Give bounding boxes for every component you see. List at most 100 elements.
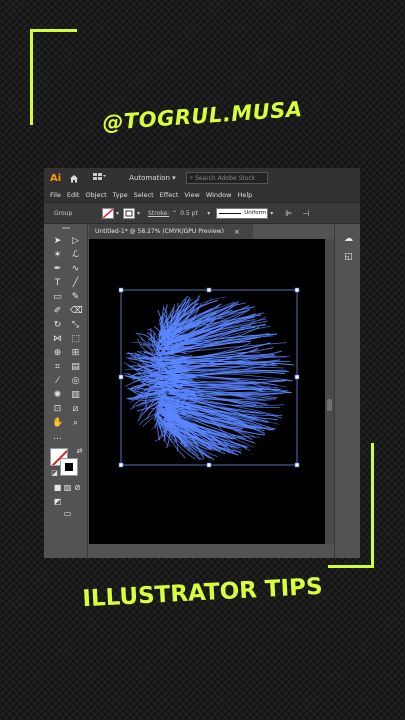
hair-strokes-group [123,294,294,461]
hair-core-stroke [167,346,186,348]
hairy-sphere-artwork[interactable] [89,239,325,544]
frame-line-bottom-right-vertical [371,443,374,568]
rotate-tool-icon[interactable]: ↻ [52,320,63,331]
swap-colors-icon[interactable]: ⇄ [74,446,85,457]
video-caption: ILLUSTRATOR TIPS [81,573,324,613]
scrollbar-thumb[interactable] [327,399,332,411]
type-tool-icon[interactable]: T [52,278,63,289]
default-colors-icon[interactable]: ◪ [49,468,60,479]
menu-view[interactable]: View [184,191,199,199]
menu-file[interactable]: File [50,191,61,199]
stroke-profile-line-icon [219,212,242,214]
blend-tool-icon[interactable]: ◎ [70,376,81,387]
workspace-label: Automation [129,174,170,182]
vertical-scrollbar[interactable] [325,239,334,544]
gradient-tool-icon[interactable]: ▤ [70,362,81,373]
workspace-icon[interactable] [93,173,107,183]
stroke-profile-label: Uniform [244,210,267,216]
profile-dropdown-icon[interactable]: ▾ [270,210,273,217]
document-tab-title: Untitled-1* @ 58.27% (CMYK/GPU Preview) [95,228,224,235]
libraries-panel-icon[interactable]: ☁ [343,234,354,245]
direct-selection-tool-icon[interactable]: ▷ [70,236,81,247]
transform-icon[interactable]: ⊣ [302,209,309,218]
bounding-handle-bottom-center[interactable] [206,462,212,468]
width-tool-icon[interactable]: ⋈ [52,334,63,345]
draw-mode-icon[interactable]: ◩ [52,496,63,507]
menu-type[interactable]: Type [113,191,128,199]
lasso-tool-icon[interactable]: ℒ [70,250,81,261]
slice-tool-icon[interactable]: ⧄ [70,404,81,415]
stroke-stepper-icon[interactable]: ⌃ [172,210,177,217]
right-panel-dock: ☁ ◱ [334,224,360,558]
align-icon[interactable]: ⊫ [285,209,292,218]
rectangle-tool-icon[interactable]: ▭ [52,292,63,303]
stroke-color-icon[interactable] [60,458,78,476]
selection-tool-icon[interactable]: ➤ [52,236,63,247]
menu-window[interactable]: Window [206,191,232,199]
document-area: Untitled-1* @ 58.27% (CMYK/GPU Preview) … [89,224,334,558]
menu-object[interactable]: Object [85,191,106,199]
curvature-tool-icon[interactable]: ∿ [70,264,81,275]
properties-panel-icon[interactable]: ◱ [343,252,354,263]
shaper-tool-icon[interactable]: ✐ [52,306,63,317]
edit-toolbar-icon[interactable]: … [52,432,63,443]
bounding-handle-middle-left[interactable] [118,374,124,380]
fill-swatch-icon[interactable] [102,207,114,219]
menu-edit[interactable]: Edit [67,191,80,199]
magic-wand-tool-icon[interactable]: ✶ [52,250,63,261]
bounding-handle-top-right[interactable] [294,287,300,293]
home-icon[interactable] [69,173,79,183]
bounding-handle-bottom-left[interactable] [118,462,124,468]
mesh-tool-icon[interactable]: ⌗ [52,362,63,373]
application-bar: Ai Automation ▾ ⌕ Search Adobe Stock [44,168,360,188]
bounding-handle-middle-right[interactable] [294,374,300,380]
fill-dropdown-icon[interactable]: ▾ [116,210,119,217]
bounding-handle-top-center[interactable] [206,287,212,293]
eyedropper-tool-icon[interactable]: ⁄ [52,376,63,387]
app-logo: Ai [50,172,62,184]
shape-builder-tool-icon[interactable]: ⊕ [52,348,63,359]
stroke-weight-field[interactable]: 0.5 pt [180,210,206,217]
frame-line-top-left-horizontal [30,29,77,32]
stroke-color-inner [65,463,73,471]
stroke-weight-dropdown-icon[interactable]: ▾ [207,210,210,217]
panel-collapse-icon[interactable] [62,227,70,229]
bounding-handle-top-left[interactable] [118,287,124,293]
selection-type-label: Group [54,209,73,217]
artboard[interactable] [89,239,325,544]
stroke-profile-select[interactable]: Uniform [216,207,269,219]
stroke-dropdown-icon[interactable]: ▾ [137,210,140,217]
workspace-switcher[interactable]: Automation ▾ [129,174,176,182]
paintbrush-tool-icon[interactable]: ✎ [70,292,81,303]
scale-tool-icon[interactable]: ⤡ [70,320,81,331]
perspective-grid-tool-icon[interactable]: ⊞ [70,348,81,359]
bounding-handle-bottom-right[interactable] [294,462,300,468]
free-transform-tool-icon[interactable]: ⬚ [70,334,81,345]
menu-select[interactable]: Select [134,191,154,199]
stroke-swatch-icon[interactable] [123,207,136,219]
hair-core-stroke [182,355,193,357]
creator-handle: @TOGRUL.MUSA [101,97,304,135]
search-icon: ⌕ [189,174,194,181]
menu-effect[interactable]: Effect [160,191,179,199]
illustrator-window: Ai Automation ▾ ⌕ Search Adobe Stock Fil… [44,168,360,558]
screen-mode-icon[interactable]: ▭ [62,508,73,519]
hair-core-stroke [154,398,164,400]
none-mode-icon[interactable]: ⊘ [72,482,83,493]
hand-tool-icon[interactable]: ✋ [52,418,63,429]
stock-search-input[interactable]: ⌕ Search Adobe Stock [185,172,268,184]
zoom-tool-icon[interactable]: ⌕ [70,418,81,429]
eraser-tool-icon[interactable]: ⌫ [70,306,83,317]
symbol-sprayer-tool-icon[interactable]: ✺ [52,390,63,401]
menu-help[interactable]: Help [237,191,252,199]
line-tool-icon[interactable]: ╱ [70,278,81,289]
column-graph-tool-icon[interactable]: ▥ [70,390,81,401]
tools-panel: ➤ ▷ ✶ ℒ ✒ ∿ T ╱ ▭ ✎ ✐ ⌫ ↻ ⤡ ⋈ ⬚ ⊕ ⊞ ⌗ ▤ … [44,224,88,558]
menu-bar: File Edit Object Type Select Effect View… [44,188,360,202]
document-tab[interactable]: Untitled-1* @ 58.27% (CMYK/GPU Preview) … [89,224,253,239]
artboard-tool-icon[interactable]: ⊡ [52,404,63,415]
frame-line-top-left-vertical [30,29,33,125]
close-icon[interactable]: × [234,228,240,236]
stroke-label[interactable]: Stroke: [148,210,169,217]
pen-tool-icon[interactable]: ✒ [52,264,63,275]
